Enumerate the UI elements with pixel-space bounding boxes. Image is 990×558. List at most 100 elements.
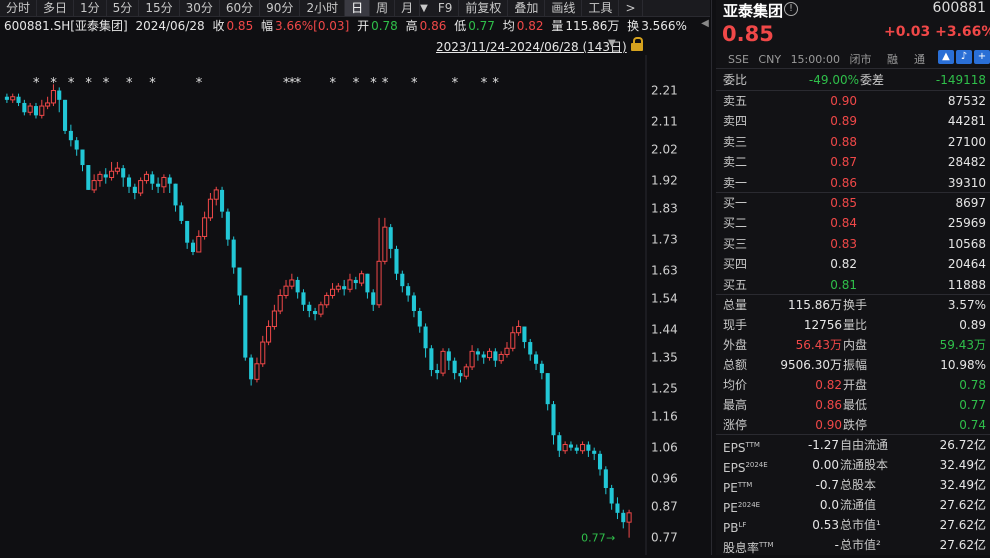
candle bbox=[307, 301, 312, 318]
period-tab-6[interactable]: 60分 bbox=[220, 0, 261, 16]
period-tab-7[interactable]: 90分 bbox=[260, 0, 301, 16]
candle bbox=[27, 102, 33, 116]
period-tab-2[interactable]: 1分 bbox=[74, 0, 107, 16]
period-tab-1[interactable]: 多日 bbox=[37, 0, 75, 16]
market-status: 闭市 bbox=[849, 53, 872, 66]
scroll-up-icon[interactable]: ◀ bbox=[699, 18, 711, 30]
stat-row: 现手 12756 量比 0.89 bbox=[716, 315, 990, 335]
period-tab-4[interactable]: 15分 bbox=[139, 0, 180, 16]
event-marker[interactable]: * bbox=[353, 76, 360, 91]
event-marker[interactable]: * bbox=[85, 76, 92, 91]
fin-value: 0.53 bbox=[812, 518, 839, 532]
candle bbox=[91, 174, 97, 193]
level-label: 卖二 bbox=[723, 155, 748, 170]
event-marker[interactable]: * bbox=[411, 76, 418, 91]
event-marker[interactable]: * bbox=[330, 76, 337, 91]
event-marker[interactable]: * bbox=[33, 76, 40, 91]
candle bbox=[289, 273, 295, 290]
period-tab-12[interactable]: F9 bbox=[432, 0, 460, 16]
financial-row: 股息率TTM - 总市值² 27.62亿 bbox=[716, 535, 990, 555]
stat-label: 现手 bbox=[723, 318, 748, 332]
stat-label: 均价 bbox=[723, 378, 748, 392]
candle bbox=[150, 171, 155, 190]
fin-value: 27.62亿 bbox=[939, 538, 986, 552]
period-tab-10[interactable]: 周 bbox=[370, 0, 396, 16]
period-tab-16[interactable]: 工具 bbox=[582, 0, 620, 16]
period-tab-15[interactable]: 画线 bbox=[545, 0, 583, 16]
margin-tag: 融 bbox=[887, 53, 898, 66]
chart-scrollbar[interactable]: ◀ bbox=[699, 18, 711, 555]
period-tab-5[interactable]: 30分 bbox=[180, 0, 220, 16]
stat-value: 0.78 bbox=[959, 378, 986, 392]
candle bbox=[237, 267, 242, 305]
event-marker[interactable]: * bbox=[196, 76, 203, 91]
level-label: 卖五 bbox=[723, 94, 748, 108]
buy-level-row[interactable]: 买一 0.85 8697 bbox=[716, 193, 990, 213]
event-marker[interactable]: * bbox=[68, 76, 75, 91]
candlestick-chart[interactable]: 2.21 2.11 2.02 1.92 1.83 1.73 1.63 1.54 1.44 1.35… bbox=[0, 55, 700, 555]
buy-level-row[interactable]: 买三 0.83 10568 bbox=[716, 234, 990, 254]
candle bbox=[39, 99, 45, 119]
play-icon[interactable]: ▲ bbox=[938, 50, 954, 64]
stat-label: 跌停 bbox=[843, 418, 868, 432]
info-icon[interactable]: ! bbox=[784, 2, 798, 16]
event-marker[interactable]: * bbox=[295, 76, 302, 91]
period-tab-9[interactable]: 日 bbox=[345, 0, 371, 16]
event-marker[interactable]: * bbox=[452, 76, 459, 91]
sell-level-row[interactable]: 卖五 0.90 87532 bbox=[716, 91, 990, 111]
level-label: 买五 bbox=[723, 277, 748, 292]
candle bbox=[57, 87, 62, 113]
level-volume: 87532 bbox=[947, 94, 986, 108]
period-tab-0[interactable]: 分时 bbox=[0, 0, 38, 16]
event-marker[interactable]: * bbox=[382, 76, 389, 91]
level-price: 0.90 bbox=[830, 94, 857, 108]
candle bbox=[592, 447, 597, 461]
event-marker[interactable]: * bbox=[492, 76, 499, 91]
candle bbox=[365, 273, 370, 299]
candle bbox=[138, 177, 144, 197]
stat-label: 最低 bbox=[843, 398, 868, 412]
stat-label: 振幅 bbox=[843, 358, 868, 372]
bell-icon[interactable]: ♪ bbox=[956, 50, 972, 64]
caret-down-icon[interactable]: ▼ bbox=[608, 38, 616, 49]
sell-level-row[interactable]: 卖二 0.87 28482 bbox=[716, 152, 990, 172]
candle bbox=[295, 276, 300, 299]
period-tab-11[interactable]: 月 bbox=[395, 0, 421, 16]
sell-level-row[interactable]: 卖三 0.88 27100 bbox=[716, 132, 990, 152]
event-marker[interactable]: * bbox=[50, 76, 57, 91]
turn-label: 换 bbox=[627, 19, 640, 33]
candle bbox=[557, 432, 562, 457]
level-volume: 10568 bbox=[947, 236, 986, 251]
candle bbox=[597, 450, 603, 476]
candle bbox=[185, 220, 190, 249]
stat-value: 0.77 bbox=[959, 398, 986, 412]
period-menu-caret-icon[interactable]: ▼ bbox=[420, 3, 428, 14]
event-marker[interactable]: * bbox=[481, 76, 488, 91]
add-icon[interactable]: + bbox=[974, 50, 990, 64]
candle bbox=[562, 441, 568, 454]
period-tab-3[interactable]: 5分 bbox=[107, 0, 140, 16]
period-tab-17[interactable]: > bbox=[619, 0, 643, 16]
event-marker[interactable]: * bbox=[370, 76, 377, 91]
event-marker[interactable]: * bbox=[149, 76, 156, 91]
level-label: 买二 bbox=[723, 216, 748, 231]
candle bbox=[435, 363, 440, 380]
period-tab-14[interactable]: 叠加 bbox=[508, 0, 546, 16]
buy-level-row[interactable]: 买四 0.82 20464 bbox=[716, 254, 990, 274]
fin-value: 27.62亿 bbox=[939, 518, 986, 532]
quote-info-bar: 600881.SH[亚泰集团] 2024/06/28 收 0.85 幅 3.66%[… bbox=[4, 17, 691, 35]
event-marker[interactable]: * bbox=[126, 76, 133, 91]
stat-value: 0.82 bbox=[815, 378, 842, 392]
sell-level-row[interactable]: 卖四 0.89 44281 bbox=[716, 111, 990, 131]
open-label: 开 bbox=[357, 19, 370, 33]
buy-level-row[interactable]: 买五 0.81 11888 bbox=[716, 275, 990, 295]
event-marker[interactable]: * bbox=[103, 76, 110, 91]
date-range-selector[interactable]: 2023/11/24-2024/06/28 (143日) bbox=[436, 38, 627, 55]
buy-level-row[interactable]: 买二 0.84 25969 bbox=[716, 213, 990, 233]
sell-level-row[interactable]: 卖一 0.86 39310 bbox=[716, 173, 990, 193]
level-label: 买四 bbox=[723, 257, 748, 272]
period-tab-8[interactable]: 2小时 bbox=[300, 0, 346, 16]
fin-value: -0.7 bbox=[815, 478, 839, 492]
lock-icon[interactable] bbox=[631, 37, 643, 51]
period-tab-13[interactable]: 前复权 bbox=[459, 0, 509, 16]
